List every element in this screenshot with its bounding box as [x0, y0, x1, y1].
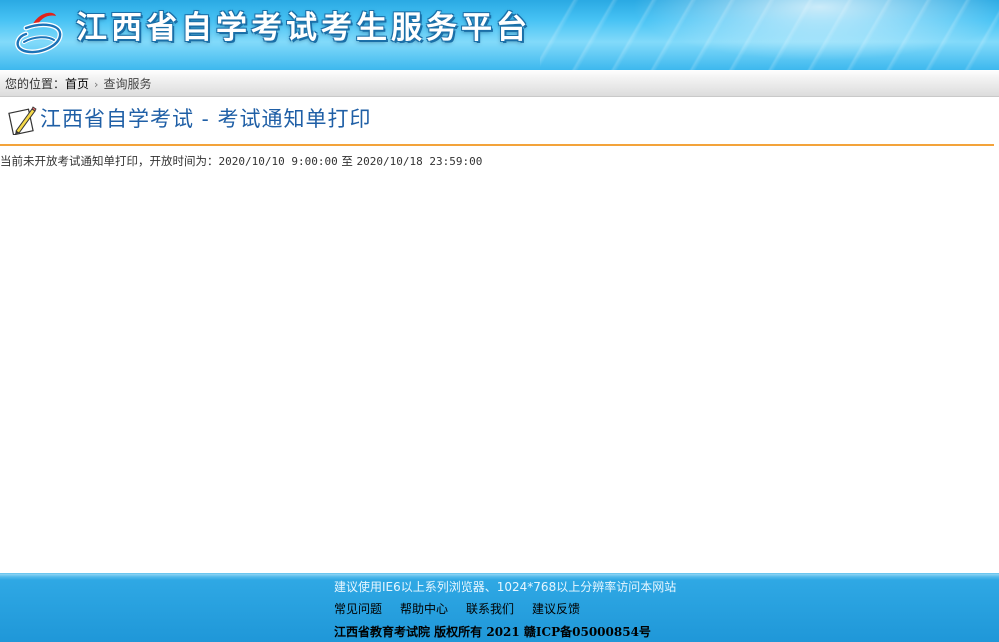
notice-start-time: 2020/10/10 9:00:00: [218, 155, 338, 168]
notice-text: 当前未开放考试通知单打印，开放时间为：: [0, 154, 219, 168]
footer-link-help[interactable]: 帮助中心: [400, 602, 448, 616]
chevron-right-icon: ›: [94, 78, 99, 91]
site-header: 江西省自学考试考生服务平台: [0, 0, 999, 70]
breadcrumb-home-link[interactable]: 首页: [65, 77, 89, 91]
section-header: 江西省自学考试 - 考试通知单打印: [0, 100, 994, 146]
notice-to: 至: [341, 154, 353, 168]
breadcrumb: 您的位置：首页 › 查询服务: [0, 70, 999, 97]
notice-message: 当前未开放考试通知单打印，开放时间为：2020/10/10 9:00:00 至 …: [0, 153, 482, 169]
copyright: 江西省教育考试院 版权所有 2021 赣ICP备05000854号: [334, 625, 651, 639]
footer-link-faq[interactable]: 常见问题: [334, 602, 382, 616]
header-glow: [600, 0, 999, 70]
page: 江西省自学考试考生服务平台 您的位置：首页 › 查询服务 江西省自学考试 - 考试通…: [0, 0, 999, 642]
browser-tip: 建议使用IE6以上系列浏览器、1024*768以上分辨率访问本网站: [334, 580, 677, 594]
breadcrumb-current: 查询服务: [103, 77, 152, 91]
footer-link-contact[interactable]: 联系我们: [466, 602, 514, 616]
jiangxi-zikao-logo-icon: [15, 12, 63, 55]
pencil-note-icon: [8, 106, 37, 135]
notice-end-time: 2020/10/18 23:59:00: [356, 155, 483, 168]
page-title: 江西省自学考试 - 考试通知单打印: [40, 107, 372, 131]
breadcrumb-prefix: 您的位置：: [5, 77, 66, 91]
footer-links: 常见问题 帮助中心 联系我们 建议反馈: [334, 601, 598, 617]
site-title: 江西省自学考试考生服务平台: [76, 10, 531, 46]
footer-link-feedback[interactable]: 建议反馈: [532, 602, 580, 616]
site-footer: 建议使用IE6以上系列浏览器、1024*768以上分辨率访问本网站 常见问题 帮助…: [0, 573, 999, 642]
